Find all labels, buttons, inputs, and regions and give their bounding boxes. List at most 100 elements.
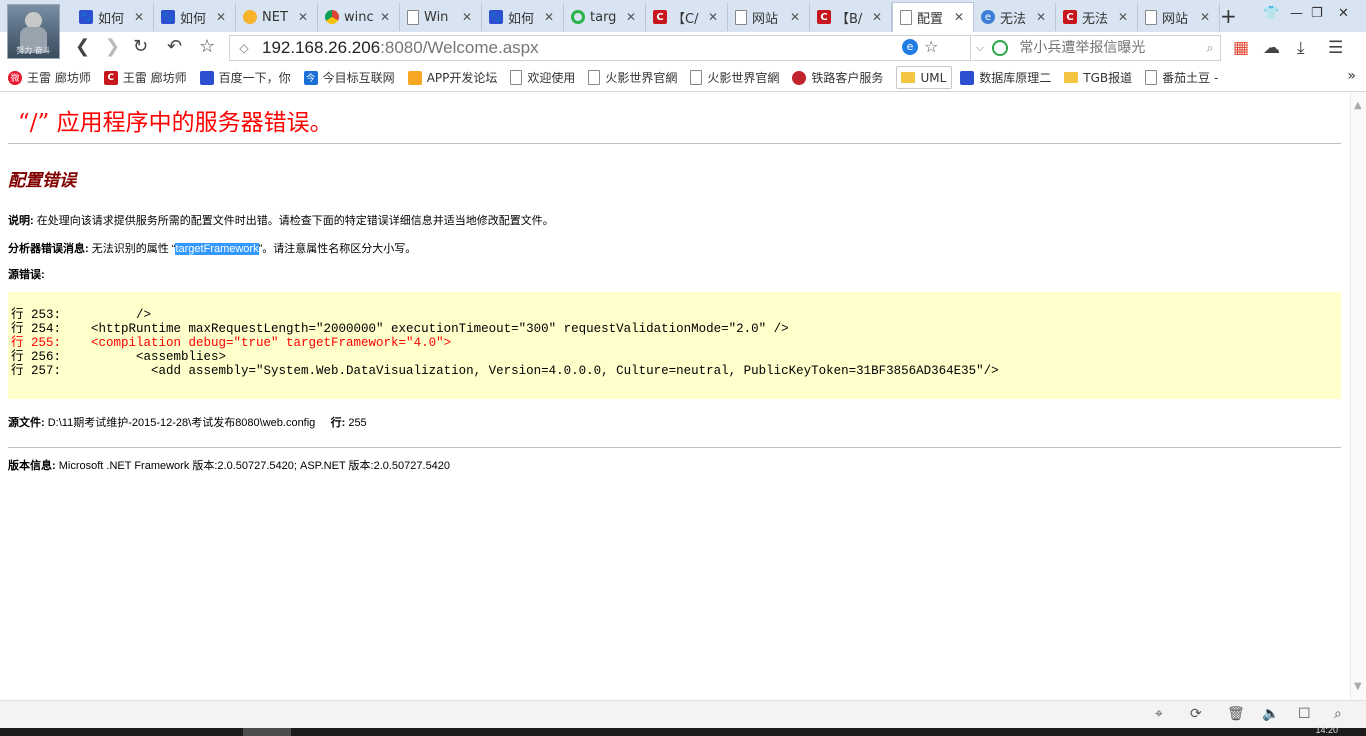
scroll-up-arrow-icon[interactable]: ▲ [1354,100,1362,111]
bookmark-item[interactable]: 火影世界官網 [690,67,784,88]
version-label: 版本信息: [8,460,56,472]
tab-6[interactable]: targ ✕ [564,3,646,31]
tab-3[interactable]: winc ✕ [318,3,400,31]
pin-icon[interactable]: ⌖ [1155,706,1163,722]
bookmark-item[interactable]: 数据库原理二 [960,67,1056,88]
folder-icon [1064,72,1079,83]
favorite-star-icon[interactable]: ☆ [199,36,215,57]
close-tab-icon[interactable]: ✕ [626,10,636,24]
tab-10[interactable]: 配置 ✕ [892,2,974,32]
bookmark-label: 欢迎使用 [527,71,576,85]
bookmark-item[interactable]: 微王雷 廊坊师 [8,67,96,88]
tab-2[interactable]: NET ✕ [236,3,318,31]
zoom-icon[interactable]: ⌕ [1334,706,1342,722]
close-tab-icon[interactable]: ✕ [298,10,308,24]
close-tab-icon[interactable]: ✕ [708,10,718,24]
avatar-caption: 努力 奋斗 [16,46,51,55]
close-tab-icon[interactable]: ✕ [462,10,472,24]
tab-11[interactable]: e 无法 ✕ [974,3,1056,31]
doc-icon [690,70,703,85]
tab-8[interactable]: 网站 ✕ [728,3,810,31]
close-tab-icon[interactable]: ✕ [1200,10,1210,24]
bookmark-item[interactable]: APP开发论坛 [407,67,503,88]
tab-1[interactable]: 🐾 如何 ✕ [154,3,236,31]
doc-icon [510,70,523,85]
address-bar[interactable]: ◇ 192.168.26.206:8080/Welcome.aspx e ☆ [229,35,971,61]
reload-button[interactable]: ↻ [133,36,148,57]
tab-13[interactable]: 网站 ✕ [1138,3,1220,31]
close-tab-icon[interactable]: ✕ [1036,10,1046,24]
maximize-button[interactable]: ❐ [1311,6,1323,21]
tab-12[interactable]: C 无法 ✕ [1056,3,1138,31]
new-tab-button[interactable]: + [1220,4,1237,28]
close-window-button[interactable]: ✕ [1338,6,1349,21]
tab-7[interactable]: C 【C/✕ [646,3,728,31]
minimize-button[interactable]: — [1290,6,1303,21]
bookmark-item[interactable]: C 王雷 廊坊师 [103,67,192,88]
page-content: “/” 应用程序中的服务器错误。 配置错误 说明: 在处理向该请求提供服务所需的… [0,92,1350,700]
trash-icon[interactable]: 🗑 [1227,706,1245,722]
bookmark-item[interactable]: TGB报道 [1064,67,1137,88]
code-line: 行 256: <assemblies> [11,350,227,364]
scroll-down-arrow-icon[interactable]: ▼ [1354,681,1362,692]
close-tab-icon[interactable]: ✕ [380,10,390,24]
speaker-icon[interactable]: 🔈 [1262,706,1279,722]
close-tab-icon[interactable]: ✕ [1118,10,1128,24]
taskbar-active-app[interactable] [243,728,291,736]
url-text[interactable]: 192.168.26.206:8080/Welcome.aspx [262,38,539,58]
source-code-box: 行 253: /> 行 254: <httpRuntime maxRequest… [8,292,1341,399]
csdn-icon: C [817,10,831,24]
jingoal-icon: 今 [303,70,318,85]
close-tab-icon[interactable]: ✕ [790,10,800,24]
tab-5[interactable]: 🐾 如何 ✕ [482,3,564,31]
bookmark-item[interactable]: 火影世界官網 [588,67,682,88]
bookmark-label: 火影世界官網 [707,71,780,85]
user-avatar[interactable]: 努力 奋斗 [7,4,60,59]
version-line: 版本信息: Microsoft .NET Framework 版本:2.0.50… [8,457,450,473]
close-tab-icon[interactable]: ✕ [544,10,554,24]
doc-icon [735,9,747,25]
url-host: 192.168.26.206 [262,38,381,57]
cloud-icon[interactable]: ☁ [1263,38,1280,58]
tab-4[interactable]: Win ✕ [400,3,482,31]
bookmark-label: TGB报道 [1083,71,1133,85]
search-icon[interactable]: ⌕ [1206,41,1213,56]
bookmark-item[interactable]: UML [896,66,953,89]
paw-icon: 🐾 [489,10,503,24]
tab-title: Win [424,9,449,25]
tab-title: 网站 [1162,11,1189,27]
window-icon[interactable]: ☐ [1298,706,1311,722]
bookmark-item[interactable]: 今今目标互联网 [303,67,400,88]
bookmark-item[interactable]: 欢迎使用 [510,67,580,88]
refresh-speed-icon[interactable]: ⟳ [1190,706,1202,722]
close-tab-icon[interactable]: ✕ [134,10,144,24]
selected-text-targetframework[interactable]: targetFramework [175,243,259,255]
search-input[interactable] [1017,39,1207,57]
close-tab-icon[interactable]: ✕ [872,10,882,24]
search-box[interactable]: ⌵ ⌕ [972,35,1221,61]
bookmark-item[interactable]: 铁路客户服务 [792,67,888,88]
ie-mode-icon[interactable]: e [902,39,918,55]
bookmark-label: 数据库原理二 [979,71,1052,85]
shirt-icon[interactable]: 👕 [1263,6,1279,21]
bookmark-item[interactable]: 百度一下，你 [199,67,296,88]
tab-9[interactable]: C 【B/✕ [810,3,892,31]
forward-button[interactable]: ❯ [105,36,120,57]
menu-icon[interactable]: ☰ [1328,38,1343,58]
close-tab-icon[interactable]: ✕ [216,10,226,24]
source-error-label: 源错误: [8,269,45,281]
apps-grid-icon[interactable]: ▦ [1233,38,1249,58]
bookmark-star-icon[interactable]: ☆ [924,37,938,56]
download-icon[interactable]: ⤓ [1297,38,1305,58]
vertical-scrollbar[interactable]: ▲ ▼ [1350,92,1366,700]
undo-close-button[interactable]: ↶ [167,36,182,57]
tab-0[interactable]: 🐾 如何 ✕ [72,3,154,31]
close-tab-icon[interactable]: ✕ [954,10,964,24]
bookmark-item[interactable]: 番茄土豆 - [1145,67,1223,88]
line-label: 行: [330,417,346,429]
bookmark-label: 百度一下，你 [218,71,291,85]
bookmarks-more-button[interactable]: » [1347,68,1356,84]
back-button[interactable]: ❮ [75,36,90,57]
app-icon [407,70,422,85]
search-dropdown-icon[interactable]: ⌵ [976,41,984,55]
